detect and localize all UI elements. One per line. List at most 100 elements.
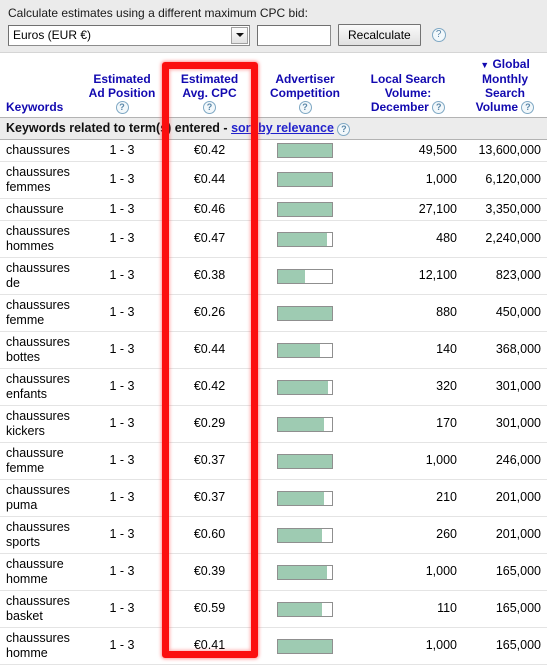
related-keywords-banner: Keywords related to term(s) entered - so… [0,117,547,140]
cell-global-search-volume: 368,000 [463,331,547,369]
competition-bar [277,527,333,543]
cell-local-search-volume: 140 [353,331,463,369]
competition-bar [277,342,333,358]
cell-advertiser-competition [257,139,353,162]
competition-bar [277,638,333,654]
cell-local-search-volume: 320 [353,368,463,406]
estimated-ad-position-help-icon[interactable]: ? [115,101,129,115]
cell-advertiser-competition [257,442,353,480]
cell-advertiser-competition [257,479,353,517]
cell-avg-cpc: €0.37 [162,442,257,480]
competition-bar-fill [278,528,323,542]
column-header-global-monthly-search-volume[interactable]: ▼ Global Monthly Search Volume ? [463,53,547,118]
sort-by-relevance-help-icon[interactable]: ? [337,122,351,136]
cell-avg-cpc: €0.42 [162,368,257,406]
cell-advertiser-competition [257,161,353,199]
table-row: chaussures puma 1 - 3 €0.37 210 201,000 [0,479,547,517]
cell-global-search-volume: 301,000 [463,368,547,406]
cell-global-search-volume: 165,000 [463,627,547,665]
local-search-volume-help-icon[interactable]: ? [432,101,446,115]
competition-bar-fill [278,602,323,616]
competition-bar-fill [278,202,332,216]
table-row: chaussures sports 1 - 3 €0.60 260 201,000 [0,516,547,554]
cell-global-search-volume: 2,240,000 [463,220,547,258]
recalculate-help-icon[interactable]: ? [431,28,446,42]
keyword-tool-page: Calculate estimates using a different ma… [0,0,547,668]
cell-avg-cpc: €0.37 [162,479,257,517]
cell-keyword: chaussure femme [0,442,82,480]
competition-bar-fill [278,380,328,394]
cell-avg-cpc: €0.50 [162,664,257,668]
competition-bar [277,379,333,395]
cell-advertiser-competition [257,331,353,369]
cell-avg-cpc: €0.39 [162,553,257,591]
cell-global-search-volume: 6,120,000 [463,161,547,199]
cell-local-search-volume: 480 [353,220,463,258]
sort-descending-icon[interactable]: ▼ [480,60,489,70]
cell-ad-position: 1 - 3 [82,257,162,295]
cell-advertiser-competition [257,198,353,221]
column-header-local-search-volume[interactable]: Local Search Volume: December ? [353,53,463,118]
cell-ad-position: 1 - 3 [82,405,162,443]
cell-ad-position: 1 - 3 [82,139,162,162]
toolbar-controls: Euros (EUR €) Recalculate ? [8,24,539,46]
competition-bar-fill [278,269,305,283]
cell-advertiser-competition [257,664,353,668]
column-header-advertiser-competition[interactable]: Advertiser Competition ? [257,53,353,118]
cell-global-search-volume: 165,000 [463,553,547,591]
cell-global-search-volume: 201,000 [463,479,547,517]
cell-global-search-volume: 165,000 [463,664,547,668]
cell-local-search-volume: 260 [353,516,463,554]
cell-keyword: chaussures bottes [0,331,82,369]
competition-bar [277,490,333,506]
cell-local-search-volume: 49,500 [353,139,463,162]
competition-bar-fill [278,565,328,579]
competition-bar-fill [278,491,324,505]
column-header-estimated-avg-cpc[interactable]: Estimated Avg. CPC ? [162,53,257,118]
cell-advertiser-competition [257,257,353,295]
cell-local-search-volume: 27,100 [353,198,463,221]
column-header-estimated-avg-cpc-label: Estimated Avg. CPC [180,72,239,100]
cell-avg-cpc: €0.46 [162,198,257,221]
global-monthly-search-volume-help-icon[interactable]: ? [521,101,535,115]
max-cpc-bid-input[interactable] [257,24,331,46]
advertiser-competition-help-icon[interactable]: ? [298,101,312,115]
table-row: chaussures femmes 1 - 3 €0.44 1,000 6,120,00… [0,161,547,199]
column-header-keywords[interactable]: Keywords [0,53,82,118]
competition-bar-fill [278,306,332,320]
currency-select[interactable]: Euros (EUR €) [8,24,250,46]
cell-ad-position: 1 - 3 [82,516,162,554]
cell-global-search-volume: 201,000 [463,516,547,554]
cell-ad-position: 1 - 3 [82,368,162,406]
sort-by-relevance-link[interactable]: sort by relevance [231,121,334,135]
competition-bar-fill [278,343,321,357]
competition-bar [277,416,333,432]
cell-global-search-volume: 301,000 [463,405,547,443]
cell-local-search-volume: 1,000 [353,161,463,199]
competition-bar-fill [278,417,325,431]
toolbar-label: Calculate estimates using a different ma… [8,6,308,20]
estimated-avg-cpc-help-icon[interactable]: ? [203,101,216,115]
cell-keyword: chaussures [0,139,82,162]
column-header-estimated-ad-position[interactable]: Estimated Ad Position ? [82,53,162,118]
cell-keyword: chaussures de [0,257,82,295]
competition-bar [277,172,333,188]
competition-bar [277,601,333,617]
table-row: chaussure femme 1 - 3 €0.37 1,000 246,000 [0,442,547,480]
cell-ad-position: 1 - 3 [82,198,162,221]
competition-bar [277,231,333,247]
cell-advertiser-competition [257,405,353,443]
competition-bar [277,268,333,284]
recalculate-button[interactable]: Recalculate [338,24,421,46]
cell-keyword: chaussures sports [0,516,82,554]
competition-bar-fill [278,143,332,157]
cell-keyword: chaussures hommes [0,220,82,258]
competition-bar-fill [278,232,328,246]
table-row: chaussures femme 1 - 3 €0.26 880 450,000 [0,294,547,332]
cell-advertiser-competition [257,553,353,591]
cell-ad-position: 1 - 3 [82,553,162,591]
table-row: chaussures homme 1 - 3 €0.41 1,000 165,000 [0,627,547,665]
chevron-down-icon[interactable] [231,26,248,44]
cell-advertiser-competition [257,294,353,332]
cell-global-search-volume: 165,000 [463,590,547,628]
